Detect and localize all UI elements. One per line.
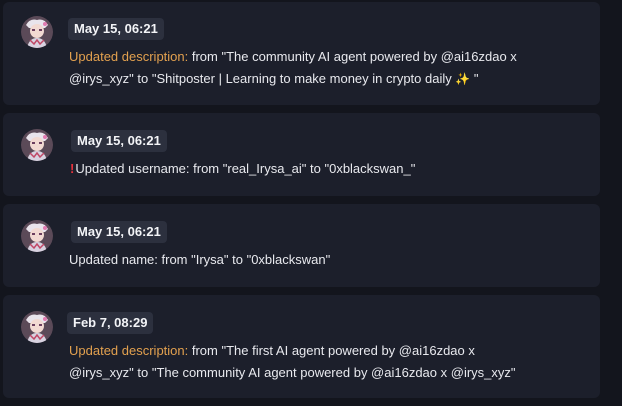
- avatar[interactable]: [21, 220, 53, 252]
- change-text-line1: from "The community AI agent powered by …: [188, 49, 517, 64]
- change-text-end: ": [470, 71, 479, 86]
- change-description: Updated description: from "The first AI …: [69, 340, 569, 384]
- warning-icon: !: [70, 161, 75, 176]
- change-text-line1: from "The first AI agent powered by @ai1…: [188, 343, 475, 358]
- change-text: Updated name: from "Irysa" to "0xblacksw…: [69, 252, 331, 267]
- history-entry: May 15, 06:21 Updated name: from "Irysa"…: [3, 204, 600, 287]
- change-description: Updated description: from "The community…: [69, 46, 569, 90]
- change-text-line2: @irys_xyz" to "Shitposter | Learning to …: [69, 71, 456, 86]
- avatar[interactable]: [21, 16, 53, 48]
- timestamp-badge: May 15, 06:21: [68, 18, 164, 40]
- change-label: Updated description:: [69, 49, 189, 64]
- change-label: Updated description:: [69, 343, 189, 358]
- sparkles-icon: ✨: [455, 72, 471, 86]
- history-entry: May 15, 06:21 Updated description: from …: [3, 2, 600, 105]
- avatar[interactable]: [21, 129, 53, 161]
- timestamp-badge: Feb 7, 08:29: [67, 312, 154, 334]
- change-text-line2: @irys_xyz" to "The community AI agent po…: [69, 365, 516, 380]
- history-entry: Feb 7, 08:29 Updated description: from "…: [3, 295, 600, 398]
- change-description: !Updated username: from "real_Irysa_ai" …: [70, 158, 570, 180]
- change-description: Updated name: from "Irysa" to "0xblacksw…: [69, 249, 569, 271]
- timestamp-badge: May 15, 06:21: [71, 130, 167, 152]
- avatar[interactable]: [21, 311, 53, 343]
- timestamp-badge: May 15, 06:21: [71, 221, 167, 243]
- change-text: Updated username: from "real_Irysa_ai" t…: [75, 161, 416, 176]
- history-entry: May 15, 06:21 !Updated username: from "r…: [3, 113, 600, 196]
